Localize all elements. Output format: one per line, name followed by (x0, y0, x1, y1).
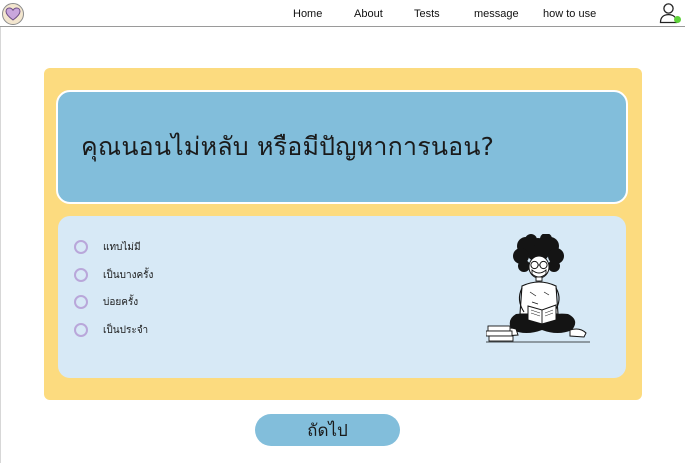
next-button-label: ถัดไป (307, 420, 348, 441)
nav-link-tests[interactable]: Tests (414, 8, 440, 21)
answer-option-label: แทบไม่มี (103, 241, 141, 253)
nav-link-home[interactable]: Home (293, 8, 322, 21)
user-account-button[interactable] (659, 2, 681, 24)
question-text: คุณนอนไม่หลับ หรือมีปัญหาการนอน? (81, 132, 495, 161)
answer-option-3[interactable]: บ่อยครั้ง (74, 294, 138, 310)
heart-icon (5, 7, 21, 21)
nav-link-message[interactable]: message (474, 8, 519, 21)
answer-option-1[interactable]: แทบไม่มี (74, 239, 141, 255)
next-button[interactable]: ถัดไป (255, 414, 400, 446)
answer-option-4[interactable]: เป็นประจำ (74, 322, 148, 338)
nav-link-how-to-use[interactable]: how to use (543, 8, 596, 21)
radio-button[interactable] (74, 240, 88, 254)
page-left-border (0, 27, 1, 463)
radio-button[interactable] (74, 268, 88, 282)
answer-option-label: บ่อยครั้ง (103, 296, 139, 308)
online-status-dot (674, 16, 681, 23)
radio-button[interactable] (74, 295, 88, 309)
question-box: คุณนอนไม่หลับ หรือมีปัญหาการนอน? (56, 90, 628, 204)
answer-option-label: เป็นบางครั้ง (103, 269, 154, 281)
answer-option-2[interactable]: เป็นบางครั้ง (74, 267, 153, 283)
person-reading-illustration (486, 234, 598, 352)
heart-logo-icon[interactable] (2, 3, 24, 25)
quiz-card: คุณนอนไม่หลับ หรือมีปัญหาการนอน? แทบไม่ม… (44, 68, 642, 400)
nav-link-about[interactable]: About (354, 8, 383, 21)
top-navigation-bar: Home About Tests message how to use (0, 0, 685, 27)
radio-button[interactable] (74, 323, 88, 337)
answer-options-panel: แทบไม่มี เป็นบางครั้ง บ่อยครั้ง เป็นประจ… (58, 216, 626, 378)
answer-option-label: เป็นประจำ (103, 324, 149, 336)
